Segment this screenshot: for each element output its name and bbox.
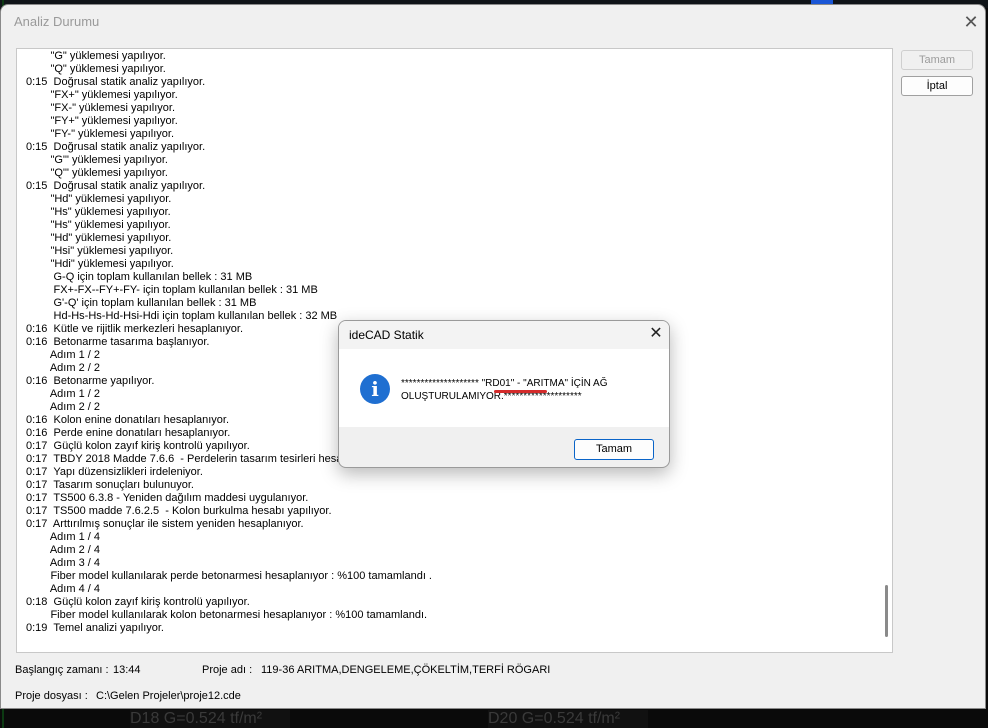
message-dialog: ideCAD Statik ✕ i ******************** "… — [338, 320, 670, 468]
log-line: "Hs" yüklemesi yapılıyor. — [26, 206, 171, 218]
log-line: 0:19 Temel analizi yapılıyor. — [26, 622, 164, 634]
red-annotation-underline — [494, 390, 547, 393]
log-line: "Hdi" yüklemesi yapılıyor. — [26, 258, 174, 270]
log-line: 0:18 Güçlü kolon zayıf kiriş kontrolü ya… — [26, 596, 250, 608]
log-line: "G" yüklemesi yapılıyor. — [26, 50, 166, 62]
log-line: "G'" yüklemesi yapılıyor. — [26, 154, 168, 166]
log-line: Adım 1 / 4 — [26, 531, 100, 543]
window-title: Analiz Durumu — [14, 14, 100, 29]
log-line: 0:15 Doğrusal statik analiz yapılıyor. — [26, 76, 206, 88]
log-line: "Hd" yüklemesi yapılıyor. — [26, 232, 172, 244]
log-line: Fiber model kullanılarak perde betonarme… — [26, 570, 432, 582]
project-file-label: Proje dosyası : — [15, 690, 88, 702]
log-line: Adım 2 / 4 — [26, 544, 100, 556]
log-line: FX+-FX--FY+-FY- için toplam kullanılan b… — [26, 284, 318, 296]
log-line: "FY+" yüklemesi yapılıyor. — [26, 115, 178, 127]
project-name-label: Proje adı : — [202, 664, 253, 676]
log-line: Adım 4 / 4 — [26, 583, 100, 595]
log-scrollbar[interactable] — [883, 49, 892, 652]
project-name-value: 119-36 ARITMA,DENGELEME,ÇÖKELTİM,TERFİ R… — [261, 664, 551, 676]
log-line: "FX-" yüklemesi yapılıyor. — [26, 102, 176, 114]
dialog-close-icon[interactable]: ✕ — [647, 324, 665, 344]
tamam-button[interactable]: Tamam — [901, 50, 973, 70]
start-time-label: Başlangıç zamanı : — [15, 664, 109, 676]
scrollbar-thumb[interactable] — [885, 585, 888, 637]
log-line: G-Q için toplam kullanılan bellek : 31 M… — [26, 271, 253, 283]
log-line: 0:15 Doğrusal statik analiz yapılıyor. — [26, 141, 206, 153]
dialog-ok-button[interactable]: Tamam — [574, 439, 654, 460]
log-line: "Hd" yüklemesi yapılıyor. — [26, 193, 172, 205]
log-line: "Q" yüklemesi yapılıyor. — [26, 63, 166, 75]
log-line: 0:17 Tasarım sonuçları bulunuyor. — [26, 479, 194, 491]
info-icon: i — [360, 374, 390, 404]
log-line: "FY-" yüklemesi yapılıyor. — [26, 128, 175, 140]
iptal-button[interactable]: İptal — [901, 76, 973, 96]
log-line: Fiber model kullanılarak kolon betonarme… — [26, 609, 428, 621]
log-line: "FX+" yüklemesi yapılıyor. — [26, 89, 178, 101]
cad-label-left: D18 G=0.524 tf/m² — [130, 710, 290, 728]
start-time-value: 13:44 — [113, 664, 141, 676]
close-icon[interactable]: ✕ — [961, 12, 981, 32]
log-line: 0:17 TS500 6.3.8 - Yeniden dağılım madde… — [26, 492, 309, 504]
log-line: "Q'" yüklemesi yapılıyor. — [26, 167, 168, 179]
log-line: 0:17 Arttırılmış sonuçlar ile sistem yen… — [26, 518, 304, 530]
log-line: Adım 3 / 4 — [26, 557, 100, 569]
dialog-body: i ******************** "RD01" - "ARITMA"… — [339, 349, 669, 427]
log-line: 0:15 Doğrusal statik analiz yapılıyor. — [26, 180, 206, 192]
log-line: 0:17 TS500 madde 7.6.2.5 - Kolon burkulm… — [26, 505, 332, 517]
window-titlebar: Analiz Durumu ✕ — [1, 5, 985, 39]
dialog-title: ideCAD Statik — [349, 328, 424, 342]
project-file-value: C:\Gelen Projeler\proje12.cde — [96, 690, 241, 702]
log-line: G'-Q' için toplam kullanılan bellek : 31… — [26, 297, 257, 309]
log-line: "Hs" yüklemesi yapılıyor. — [26, 219, 171, 231]
dialog-titlebar: ideCAD Statik ✕ — [339, 321, 669, 349]
cad-label-right: D20 G=0.524 tf/m² — [488, 710, 648, 728]
log-line: "Hsi" yüklemesi yapılıyor. — [26, 245, 174, 257]
